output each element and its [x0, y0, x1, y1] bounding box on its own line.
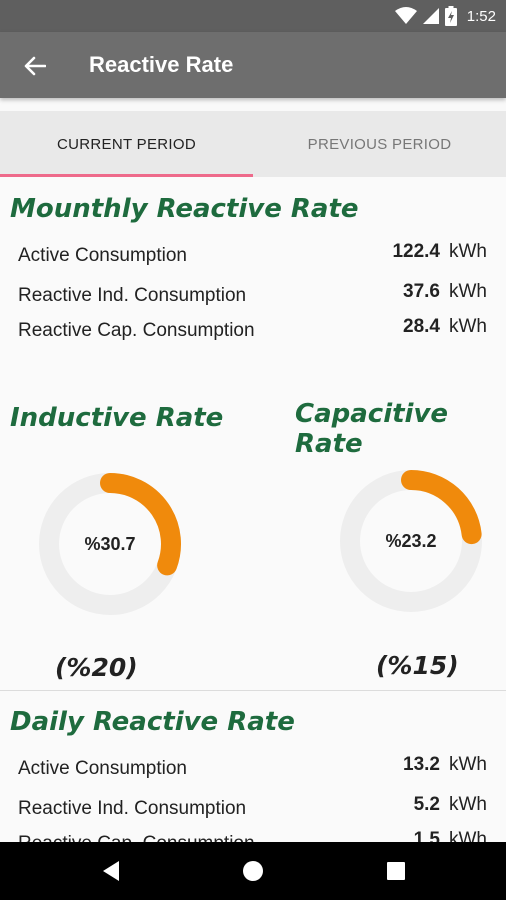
- app-bar: Reactive Rate: [0, 32, 506, 98]
- monthly-cap-label: Reactive Cap. Consumption: [18, 320, 255, 341]
- daily-cap-label: Reactive Cap. Consumption: [18, 833, 255, 842]
- nav-recents-button[interactable]: [381, 856, 411, 886]
- section-divider: [0, 690, 506, 691]
- monthly-ind-value: 37.6: [403, 281, 440, 302]
- monthly-active-label: Active Consumption: [18, 245, 187, 266]
- daily-cap-unit: kWh: [449, 829, 487, 842]
- signal-icon: [422, 8, 439, 24]
- monthly-cap-unit: kWh: [449, 316, 487, 337]
- daily-ind-label: Reactive Ind. Consumption: [18, 798, 247, 819]
- tab-previous-period[interactable]: PREVIOUS PERIOD: [253, 111, 506, 177]
- capacitive-donut-arc: [401, 470, 482, 545]
- capacitive-title: Capacitive Rate: [295, 399, 449, 459]
- inductive-limit: (%20): [55, 653, 138, 682]
- status-bar: 1:52: [0, 0, 506, 32]
- monthly-ind-label: Reactive Ind. Consumption: [18, 285, 247, 306]
- inductive-title: Inductive Rate: [10, 403, 224, 433]
- monthly-cap-value: 28.4: [403, 316, 440, 337]
- capacitive-limit: (%15): [376, 651, 459, 680]
- nav-back-button[interactable]: [96, 856, 126, 886]
- daily-active-unit: kWh: [449, 754, 487, 775]
- battery-icon: [444, 6, 457, 26]
- triangle-back-icon: [103, 861, 119, 881]
- daily-active-label: Active Consumption: [18, 758, 187, 779]
- tab-current-period[interactable]: CURRENT PERIOD: [0, 111, 253, 177]
- inductive-percent: %30.7: [84, 534, 136, 554]
- content-scroll[interactable]: Mounthly Reactive Rate Active Consumptio…: [0, 177, 506, 842]
- daily-title: Daily Reactive Rate: [10, 707, 295, 737]
- square-recents-icon: [387, 862, 405, 880]
- system-nav-bar: [0, 842, 506, 900]
- arrow-back-icon: [24, 56, 46, 76]
- monthly-ind-unit: kWh: [449, 281, 487, 302]
- daily-active-value: 13.2: [403, 754, 440, 775]
- period-tabs: CURRENT PERIOD PREVIOUS PERIOD: [0, 111, 506, 177]
- page-title: Reactive Rate: [89, 52, 234, 77]
- status-icons: 1:52: [394, 5, 496, 27]
- back-button[interactable]: [18, 49, 52, 83]
- monthly-active-value: 122.4: [392, 241, 440, 262]
- capacitive-percent: %23.2: [385, 531, 437, 551]
- daily-ind-value: 5.2: [413, 794, 440, 815]
- status-time: 1:52: [466, 7, 496, 25]
- monthly-active-unit: kWh: [449, 241, 487, 262]
- wifi-icon: [394, 7, 417, 24]
- circle-home-icon: [243, 861, 263, 881]
- nav-home-button[interactable]: [238, 856, 268, 886]
- daily-cap-value: 1.5: [413, 829, 440, 842]
- monthly-title: Mounthly Reactive Rate: [10, 194, 359, 224]
- daily-ind-unit: kWh: [449, 794, 487, 815]
